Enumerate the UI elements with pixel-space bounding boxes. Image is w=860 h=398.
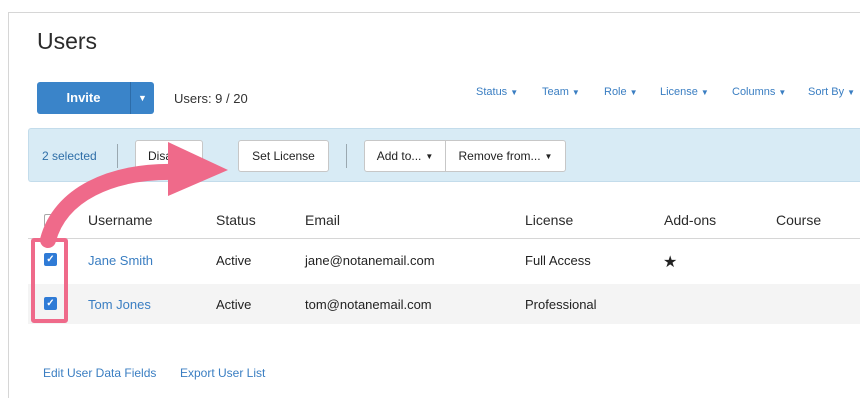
annotation-arrow-icon [40, 142, 228, 248]
